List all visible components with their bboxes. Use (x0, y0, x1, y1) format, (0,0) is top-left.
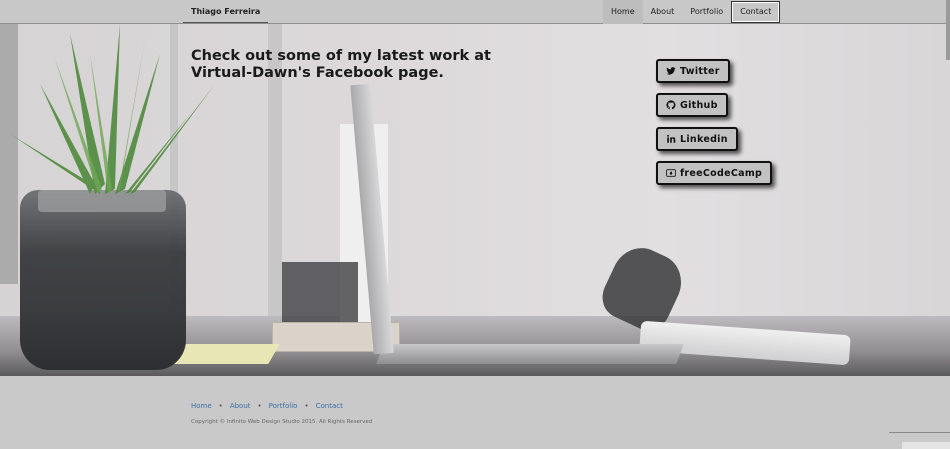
nav-menu: Home About Portfolio Contact (603, 0, 781, 24)
footer-link-about[interactable]: About (230, 402, 251, 410)
linkedin-icon (667, 134, 676, 143)
hero-headline: Check out some of my latest work at Virt… (191, 48, 491, 82)
background-laptop-base (376, 344, 684, 364)
footer-separator: • (257, 402, 262, 410)
nav-item-home[interactable]: Home (603, 0, 643, 24)
freecodecamp-button[interactable]: freeCodeCamp (656, 161, 773, 185)
nav-item-portfolio[interactable]: Portfolio (682, 0, 731, 24)
footer-link-contact[interactable]: Contact (316, 402, 343, 410)
twitter-button[interactable]: Twitter (656, 59, 730, 83)
background-plant-jar (20, 190, 186, 370)
footer-nav: Home • About • Portfolio • Contact (191, 402, 343, 410)
freecodecamp-label: freeCodeCamp (680, 167, 763, 179)
top-navbar: Thiago Ferreira Home About Portfolio Con… (0, 0, 950, 24)
github-icon (666, 100, 676, 110)
nav-item-about[interactable]: About (643, 0, 683, 24)
copyright-text: Copyright © Infinito Web Design Studio 2… (191, 419, 373, 425)
page-footer: Home • About • Portfolio • Contact Copyr… (0, 376, 950, 449)
brand-name[interactable]: Thiago Ferreira (183, 0, 269, 23)
github-label: Github (680, 99, 718, 111)
background-speaker (282, 262, 358, 326)
linkedin-label: Linkedin (680, 133, 728, 145)
hero-line-2: Virtual-Dawn's Facebook page. (191, 65, 444, 81)
background-sticky-note (174, 344, 280, 364)
twitter-icon (666, 67, 676, 75)
linkedin-button[interactable]: Linkedin (656, 127, 738, 151)
github-button[interactable]: Github (656, 93, 728, 117)
footer-separator: • (304, 402, 309, 410)
hero-line-1: Check out some of my latest work at (191, 48, 491, 64)
freecodecamp-icon (666, 169, 676, 177)
footer-link-home[interactable]: Home (191, 402, 212, 410)
footer-divider (889, 432, 950, 433)
page-scrollbar[interactable] (946, 0, 950, 60)
twitter-label: Twitter (680, 65, 720, 77)
footer-link-portfolio[interactable]: Portfolio (269, 402, 298, 410)
hero-section: Check out some of my latest work at Virt… (0, 24, 950, 376)
footer-separator: • (218, 402, 223, 410)
footer-badge (902, 442, 950, 449)
nav-item-contact[interactable]: Contact (731, 1, 781, 23)
